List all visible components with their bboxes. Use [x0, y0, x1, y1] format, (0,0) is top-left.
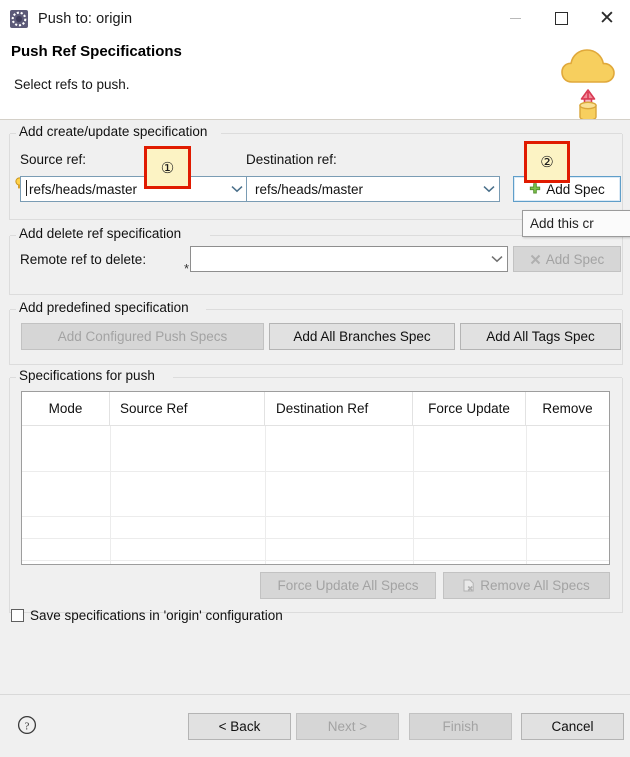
- column-header-force-update[interactable]: Force Update: [413, 392, 526, 425]
- chevron-down-icon[interactable]: [487, 255, 507, 263]
- add-spec-delete-button: Add Spec: [513, 246, 621, 272]
- svg-text:?: ?: [25, 720, 30, 732]
- callout-marker-2: ②: [524, 141, 570, 183]
- next-button: Next >: [296, 713, 399, 740]
- checkbox-box[interactable]: [11, 609, 24, 622]
- cancel-button[interactable]: Cancel: [521, 713, 624, 740]
- specs-for-push-group-legend: Specifications for push: [16, 368, 159, 383]
- destination-ref-combo[interactable]: refs/heads/master: [246, 176, 500, 202]
- specs-for-push-group: Specifications for push Mode Source Ref …: [9, 368, 623, 613]
- remove-all-specs-button: Remove All Specs: [443, 572, 610, 599]
- table-body: [22, 426, 609, 564]
- destination-ref-label: Destination ref:: [246, 152, 337, 167]
- column-header-source-ref[interactable]: Source Ref: [110, 392, 265, 425]
- add-configured-push-specs-label: Add Configured Push Specs: [57, 329, 228, 344]
- chevron-down-icon[interactable]: [479, 185, 499, 193]
- column-header-destination-ref[interactable]: Destination Ref: [265, 392, 413, 425]
- add-all-branches-spec-label: Add All Branches Spec: [293, 329, 431, 344]
- back-button[interactable]: < Back: [188, 713, 291, 740]
- green-plus-icon: [529, 183, 541, 195]
- remote-ref-delete-combo[interactable]: [190, 246, 508, 272]
- force-update-all-specs-label: Force Update All Specs: [277, 578, 419, 593]
- source-ref-value: refs/heads/master: [29, 181, 138, 197]
- delete-ref-group: Add delete ref specification Remote ref …: [9, 226, 623, 295]
- finish-button-label: Finish: [442, 719, 479, 734]
- finish-button: Finish: [409, 713, 512, 740]
- add-spec-tooltip: Add this cr: [522, 210, 630, 237]
- add-spec-tooltip-text: Add this cr: [530, 216, 594, 231]
- predefined-group: Add predefined specification Add Configu…: [9, 300, 623, 365]
- title-bar: Push to: origin ✕: [0, 0, 630, 37]
- delete-ref-group-legend: Add delete ref specification: [16, 226, 186, 241]
- back-button-label: < Back: [218, 719, 261, 734]
- remove-all-specs-label: Remove All Specs: [480, 578, 590, 593]
- wizard-banner: Push Ref Specifications Select refs to p…: [0, 37, 630, 121]
- table-header-row: Mode Source Ref Destination Ref Force Up…: [22, 392, 609, 426]
- callout-marker-1-text: ①: [160, 158, 175, 177]
- minimize-icon[interactable]: [492, 0, 538, 37]
- maximize-icon[interactable]: [538, 0, 584, 37]
- specs-table[interactable]: Mode Source Ref Destination Ref Force Up…: [21, 391, 610, 565]
- destination-ref-value: refs/heads/master: [255, 181, 364, 197]
- callout-marker-1: ①: [144, 146, 191, 189]
- add-all-tags-spec-label: Add All Tags Spec: [486, 329, 595, 344]
- add-spec-delete-label: Add Spec: [545, 251, 605, 267]
- window-title: Push to: origin: [38, 10, 133, 27]
- callout-marker-2-text: ②: [540, 153, 554, 171]
- force-update-all-specs-button: Force Update All Specs: [260, 572, 436, 599]
- add-configured-push-specs-button: Add Configured Push Specs: [21, 323, 264, 350]
- help-question-icon[interactable]: ?: [17, 715, 37, 735]
- wizard-body: Add create/update specification Source r…: [0, 120, 630, 694]
- source-ref-label: Source ref:: [20, 152, 87, 167]
- add-all-tags-spec-button[interactable]: Add All Tags Spec: [460, 323, 621, 350]
- save-specifications-label: Save specifications in 'origin' configur…: [30, 608, 283, 623]
- save-specifications-checkbox[interactable]: Save specifications in 'origin' configur…: [11, 608, 283, 623]
- source-ref-combo[interactable]: refs/heads/master: [20, 176, 248, 202]
- required-marker: *: [184, 261, 190, 276]
- remote-ref-delete-label: Remote ref to delete:: [20, 252, 147, 267]
- cancel-button-label: Cancel: [551, 719, 594, 734]
- next-button-label: Next >: [327, 719, 368, 734]
- create-update-group-legend: Add create/update specification: [16, 124, 212, 139]
- column-header-mode[interactable]: Mode: [22, 392, 110, 425]
- git-push-icon: [9, 9, 29, 29]
- close-icon[interactable]: ✕: [584, 0, 630, 37]
- grey-x-icon: [530, 254, 541, 265]
- remove-page-icon: [463, 579, 475, 592]
- add-all-branches-spec-button[interactable]: Add All Branches Spec: [269, 323, 455, 350]
- predefined-group-legend: Add predefined specification: [16, 300, 193, 315]
- page-title: Push Ref Specifications: [11, 43, 182, 60]
- cloud-upload-icon: [556, 37, 622, 121]
- add-spec-create-label: Add Spec: [546, 181, 605, 197]
- chevron-down-icon[interactable]: [227, 185, 247, 193]
- column-header-remove[interactable]: Remove: [526, 392, 609, 425]
- page-subtitle: Select refs to push.: [14, 77, 130, 92]
- window-controls: ✕: [492, 0, 630, 37]
